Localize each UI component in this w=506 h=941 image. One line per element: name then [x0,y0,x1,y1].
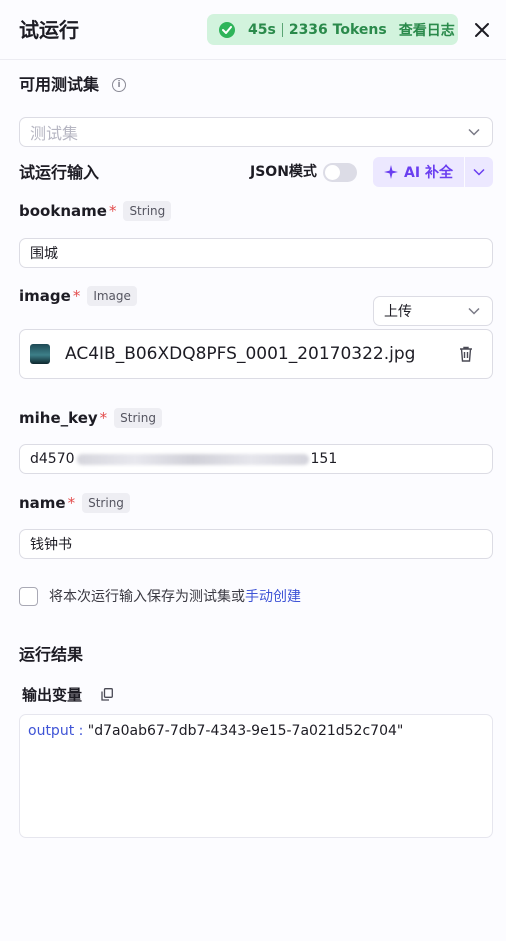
mihe-key-value-end: 151 [310,451,338,467]
sparkle-icon [384,165,399,179]
type-badge: String [123,201,172,221]
bookname-input[interactable]: 围城 [19,238,493,268]
required-marker: * [72,287,81,305]
chevron-down-icon [468,307,480,315]
required-marker: * [99,409,108,427]
manual-create-link[interactable]: 手动创建 [245,589,301,605]
bookname-value: 围城 [30,246,58,262]
required-marker: * [67,494,76,512]
view-log-link[interactable]: 查看日志 [399,20,455,40]
file-name: AC4IB_B06XDQ8PFS_0001_20170322.jpg [65,344,416,364]
header-divider [0,59,506,60]
name-value: 钱钟书 [30,537,72,553]
ai-complete-label: AI 补全 [404,165,453,181]
run-duration: 45s [248,21,276,38]
info-icon[interactable]: i [112,78,126,92]
output-result-box: output : "d7a0ab67-7db7-4343-9e15-7a021d… [19,714,493,838]
trash-icon[interactable] [459,346,473,362]
status-divider [281,22,283,37]
mihe-key-input[interactable]: d4570 151 [19,444,493,474]
field-name: name [19,494,66,512]
required-marker: * [108,202,117,220]
field-name: mihe_key [19,409,98,427]
upload-mode-select[interactable]: 上传 [373,296,493,326]
uploaded-file[interactable]: AC4IB_B06XDQ8PFS_0001_20170322.jpg [19,329,493,379]
save-testset-label: 将本次运行输入保存为测试集或 [49,589,245,605]
testset-select[interactable]: 测试集 [19,117,493,147]
ai-options-dropdown[interactable] [465,157,493,187]
name-input[interactable]: 钱钟书 [19,529,493,559]
field-label-bookname: bookname * String [19,200,172,222]
save-testset-checkbox[interactable] [19,587,38,606]
mihe-key-value-start: d4570 [30,451,75,467]
testset-placeholder: 测试集 [30,124,79,143]
upload-mode-value: 上传 [384,304,412,320]
close-icon[interactable] [472,20,492,40]
ai-complete-button[interactable]: AI 补全 [373,157,464,187]
toggle-knob [325,165,340,180]
field-name: image [19,287,71,305]
run-tokens: 2336 Tokens [288,21,387,38]
redacted-segment [76,453,309,465]
json-mode-label: JSON模式 [250,164,317,180]
field-label-name: name * String [19,492,130,514]
check-circle-icon [219,21,235,38]
result-title: 运行结果 [19,645,84,664]
chevron-down-icon [473,168,485,176]
file-thumbnail [30,344,50,364]
output-variables-label: 输出变量 [22,686,83,704]
field-label-image: image * Image [19,285,137,307]
copy-icon[interactable] [101,688,113,701]
type-badge: Image [87,286,137,306]
testset-label: 可用测试集 [19,75,100,94]
run-status-badge[interactable]: 45s 2336 Tokens 查看日志 [207,14,458,45]
output-value: "d7a0ab67-7db7-4343-9e15-7a021d52c704" [87,723,404,739]
inputs-title: 试运行输入 [19,163,100,182]
type-badge: String [114,408,162,428]
chevron-down-icon [468,128,480,136]
page-title: 试运行 [19,18,79,42]
field-name: bookname [19,202,107,220]
save-testset-text: 将本次运行输入保存为测试集或手动创建 [49,587,301,607]
output-key: output : [28,723,84,739]
field-label-mihe-key: mihe_key * String [19,407,162,429]
json-mode-toggle[interactable] [323,163,357,182]
type-badge: String [82,493,130,513]
